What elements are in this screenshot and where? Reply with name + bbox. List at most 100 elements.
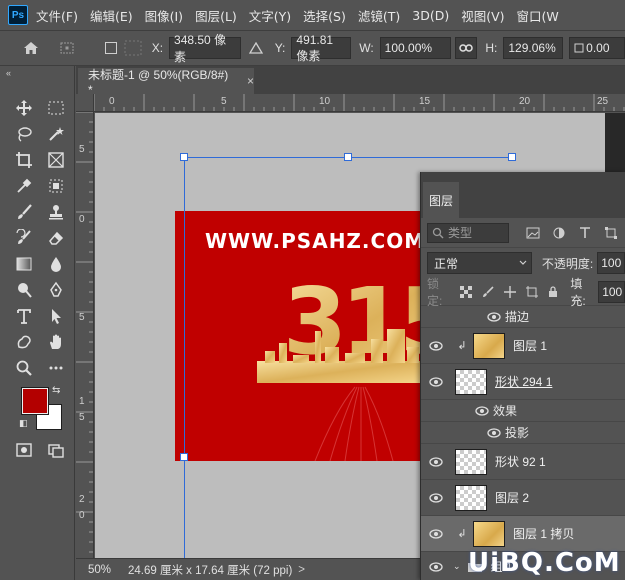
filter-shape-icon[interactable] [601,223,621,243]
layer-effects-group[interactable]: 效果 [421,400,625,422]
zoom-level[interactable]: 50% [76,564,116,576]
collapse-icon[interactable]: « [6,68,11,78]
lock-all-icon[interactable] [546,284,560,300]
chevron-down-icon[interactable]: ⌄ [453,561,461,572]
reference-point-icon[interactable] [56,37,78,59]
layer-row-selected[interactable]: ↲ 图层 1 拷贝 [421,516,625,552]
menu-3d[interactable]: 3D(D) [412,8,449,23]
shape-tool[interactable] [10,330,38,354]
menu-type[interactable]: 文字(Y) [249,6,291,25]
dodge-tool[interactable] [10,278,38,302]
move-tool[interactable] [10,96,38,120]
eye-icon[interactable] [425,376,447,387]
swap-colors-icon[interactable]: ⇆ [52,385,60,396]
menu-view[interactable]: 视图(V) [461,6,504,25]
lock-brush-icon[interactable] [481,284,495,300]
menu-image[interactable]: 图像(I) [145,6,183,25]
marquee-tool[interactable] [42,96,70,120]
fill-field[interactable]: 100 [598,280,625,303]
horizontal-ruler[interactable]: 0 5 10 15 20 25 [94,94,625,112]
menu-layer[interactable]: 图层(L) [195,6,237,25]
eye-icon[interactable] [425,340,447,351]
eye-icon[interactable] [425,561,447,572]
transform-handle-top-right[interactable] [508,153,516,161]
screen-mode-button[interactable] [42,438,70,462]
checkbox-icon[interactable] [100,37,122,59]
delta-icon[interactable] [245,37,267,59]
opacity-field[interactable]: 100 [597,252,625,274]
ruler-origin[interactable] [76,94,94,112]
width-field[interactable]: 100.00% [379,37,452,59]
filter-adjustment-icon[interactable] [549,223,569,243]
eye-icon[interactable] [425,456,447,467]
history-brush-tool[interactable] [10,226,38,250]
transform-handle-top-center[interactable] [344,153,352,161]
brush-tool[interactable] [10,200,38,224]
crop-tool[interactable] [10,148,38,172]
layer-effect-stroke[interactable]: 描边 [421,306,625,328]
gradient-tool[interactable] [10,252,38,276]
filter-type-icon[interactable] [575,223,595,243]
menu-edit[interactable]: 编辑(E) [90,6,133,25]
path-select-tool[interactable] [42,304,70,328]
eye-icon[interactable] [425,528,447,539]
stamp-tool[interactable] [42,200,70,224]
eyedropper-tool[interactable] [10,174,38,198]
vertical-ruler[interactable]: 5 0 5 1 5 2 0 [76,112,94,558]
hand-tool[interactable] [42,330,70,354]
layer-row[interactable]: 图层 2 [421,480,625,516]
reference-grid-icon[interactable] [122,37,144,59]
lasso-tool[interactable] [10,122,38,146]
blend-mode-select[interactable]: 正常 [427,252,532,274]
more-tools[interactable] [42,356,70,380]
eye-icon[interactable] [471,405,493,416]
blur-tool[interactable] [42,252,70,276]
link-icon[interactable] [455,37,478,59]
layer-row[interactable]: 形状 294 1 [421,364,625,400]
lock-transparency-icon[interactable] [459,284,473,300]
menu-filter[interactable]: 滤镜(T) [358,6,400,25]
filter-pixel-icon[interactable] [523,223,543,243]
close-icon[interactable]: × [247,74,254,88]
object-select-tool[interactable] [42,174,70,198]
y-label: Y: [274,41,286,55]
layer-effect-drop-shadow[interactable]: 投影 [421,422,625,444]
ruler-label: 5 [79,312,85,323]
ruler-label: 25 [597,96,609,107]
photoshop-logo[interactable]: Ps [8,5,28,25]
eye-icon[interactable] [483,427,505,438]
eraser-tool[interactable] [42,226,70,250]
type-icon [17,309,31,324]
foreground-color-swatch[interactable] [21,387,49,415]
document-tab[interactable]: 未标题-1 @ 50%(RGB/8#) * × [78,68,254,97]
eye-icon[interactable] [483,311,505,322]
menu-select[interactable]: 选择(S) [303,6,346,25]
move-icon [16,100,32,116]
transform-handle-top-left[interactable] [180,153,188,161]
crop-icon [16,152,32,168]
type-tool[interactable] [10,304,38,328]
layer-filter-select[interactable]: 类型 [427,222,509,243]
lock-artboard-icon[interactable] [525,284,539,300]
tab-layers[interactable]: 图层 [423,182,459,218]
menu-window[interactable]: 窗口(W [517,6,559,25]
ruler-label: 20 [519,96,531,107]
zoom-tool[interactable] [10,356,38,380]
status-menu-arrow[interactable]: > [298,564,305,576]
transform-handle-middle-left[interactable] [180,453,188,461]
quick-mask-button[interactable] [10,438,38,462]
x-field[interactable]: 348.50 像素 [169,33,241,64]
default-colors-icon[interactable]: ◧ [19,418,28,429]
angle-field[interactable]: 0.00 [569,37,625,59]
eye-icon[interactable] [425,492,447,503]
layer-row[interactable]: ↲ 图层 1 [421,328,625,364]
magic-wand-tool[interactable] [42,122,70,146]
pen-tool[interactable] [42,278,70,302]
height-field[interactable]: 129.06% [503,37,564,59]
y-field[interactable]: 491.81 像素 [291,33,352,63]
home-button[interactable] [20,37,42,59]
frame-tool[interactable] [42,148,70,172]
menu-file[interactable]: 文件(F) [36,6,78,25]
lock-position-icon[interactable] [503,284,517,300]
layer-row[interactable]: 形状 92 1 [421,444,625,480]
